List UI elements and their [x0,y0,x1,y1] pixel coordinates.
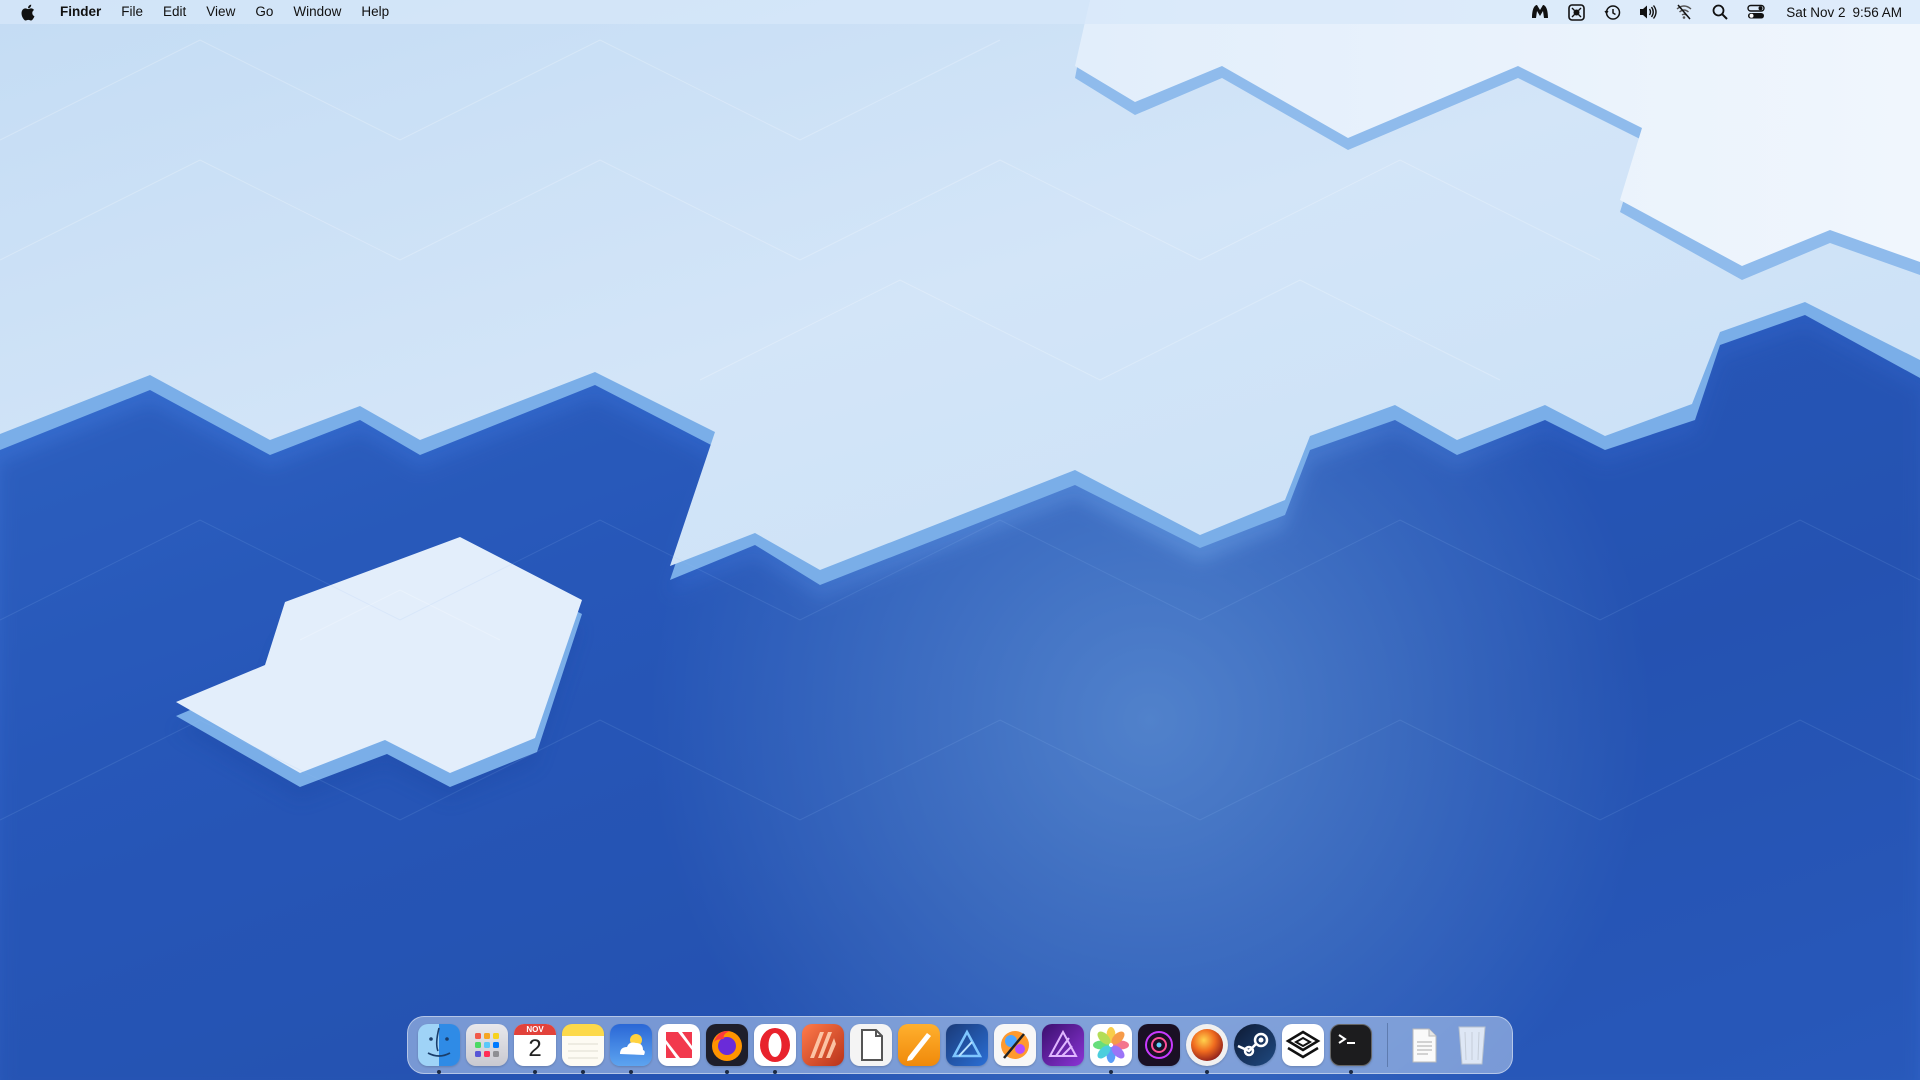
affinity-designer-icon [946,1024,988,1066]
clock-time: 9:56 AM [1852,4,1902,20]
calendar-day: 2 [528,1035,542,1062]
documents-stack-icon [1403,1024,1445,1066]
trash-icon [1451,1024,1493,1066]
dock-app-opera[interactable] [752,1022,798,1074]
running-indicator [437,1070,441,1074]
wallpaper [0,0,1920,1080]
dock-app-preview[interactable] [848,1022,894,1068]
davinci-resolve-icon [1138,1024,1180,1066]
affinity-photo-icon [1042,1024,1084,1066]
pages-icon [898,1024,940,1066]
running-indicator [533,1070,537,1074]
calendar-month: NOV [514,1024,556,1035]
notes-icon [562,1024,604,1066]
dock-app-pages[interactable] [896,1022,942,1068]
time-machine-icon[interactable] [1601,1,1623,23]
menu-edit[interactable]: Edit [153,0,196,24]
dock-app-weather[interactable] [608,1022,654,1074]
menu-window[interactable]: Window [283,0,351,24]
running-indicator [725,1070,729,1074]
spotlight-search-icon[interactable] [1709,1,1731,23]
menu-app-name[interactable]: Finder [50,0,111,24]
running-indicator [773,1070,777,1074]
clock-date: Sat Nov 2 [1786,4,1846,20]
pixelmator-icon [994,1024,1036,1066]
dock-app-terminal[interactable] [1328,1022,1374,1074]
parallels-icon [1282,1024,1324,1066]
preview-icon [850,1024,892,1066]
desktop[interactable]: Finder File Edit View Go Window Help Sat… [0,0,1920,1080]
finder-icon [418,1024,460,1066]
volume-icon[interactable] [1637,1,1659,23]
control-center-icon[interactable] [1745,1,1767,23]
dock-separator [1387,1023,1388,1067]
dock-app-photos[interactable] [1088,1022,1134,1074]
dock-app-notes[interactable] [560,1022,606,1074]
malwarebytes-icon[interactable] [1529,1,1551,23]
dock-app-steam[interactable] [1232,1022,1278,1068]
running-indicator [629,1070,633,1074]
dock-stack-documents[interactable] [1401,1022,1447,1068]
menu-bar: Finder File Edit View Go Window Help Sat… [0,0,1920,24]
dock-app-macos-installer[interactable] [1184,1022,1230,1074]
news-icon [658,1024,700,1066]
terminal-icon [1330,1024,1372,1066]
dock-app-news[interactable] [656,1022,702,1068]
dock-app-davinci-resolve[interactable] [1136,1022,1182,1068]
affinity-publisher-icon [802,1024,844,1066]
dock-app-pixelmator[interactable] [992,1022,1038,1068]
apple-logo-icon[interactable] [18,1,36,23]
dock-app-finder[interactable] [416,1022,462,1074]
opera-icon [754,1024,796,1066]
running-indicator [1205,1070,1209,1074]
dock-app-launchpad[interactable] [464,1022,510,1068]
dock-app-affinity-photo[interactable] [1040,1022,1086,1068]
running-indicator [581,1070,585,1074]
running-indicator [1349,1070,1353,1074]
running-indicator [1109,1070,1113,1074]
steam-icon [1234,1024,1276,1066]
wifi-off-icon[interactable] [1673,1,1695,23]
dock-app-affinity-designer[interactable] [944,1022,990,1068]
firefox-icon [706,1024,748,1066]
photos-icon [1090,1024,1132,1066]
macos-installer-icon [1186,1024,1228,1066]
menu-bar-clock[interactable]: Sat Nov 2 9:56 AM [1786,5,1902,20]
menu-file[interactable]: File [111,0,153,24]
dock-trash[interactable] [1449,1022,1495,1068]
menu-help[interactable]: Help [351,0,399,24]
dock-app-firefox[interactable] [704,1022,750,1074]
dock-app-calendar[interactable]: NOV 2 [512,1022,558,1074]
menu-go[interactable]: Go [245,0,283,24]
menu-view[interactable]: View [196,0,245,24]
screen-share-icon[interactable] [1565,1,1587,23]
dock-app-parallels[interactable] [1280,1022,1326,1068]
calendar-icon: NOV 2 [514,1024,556,1066]
dock: NOV 2 [407,1016,1513,1074]
launchpad-icon [466,1024,508,1066]
dock-app-affinity-publisher[interactable] [800,1022,846,1068]
weather-icon [610,1024,652,1066]
